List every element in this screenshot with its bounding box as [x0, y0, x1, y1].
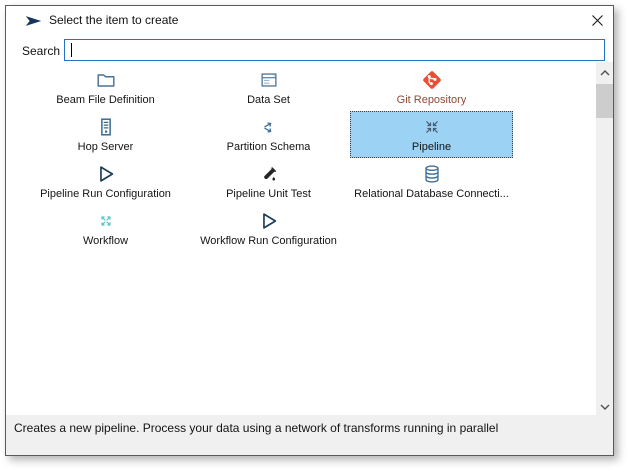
play-icon [95, 161, 117, 187]
close-button[interactable] [586, 9, 608, 31]
database-icon [421, 161, 443, 187]
item-pipeline-run-configuration[interactable]: Pipeline Run Configuration [24, 158, 187, 205]
item-label: Beam File Definition [56, 94, 154, 106]
item-workflow[interactable]: Workflow [24, 205, 187, 252]
vertical-scrollbar[interactable] [596, 62, 613, 415]
close-icon [591, 14, 604, 27]
git-repository-icon [420, 67, 444, 93]
item-data-set[interactable]: Data Set [187, 64, 350, 111]
item-label: Pipeline Run Configuration [40, 188, 171, 200]
scrollbar-thumb[interactable] [596, 84, 613, 118]
items-grid: Beam File Definition Data Set Git Reposi… [24, 64, 513, 252]
item-label: Relational Database Connecti... [354, 188, 509, 200]
hop-arrow-icon [25, 14, 42, 28]
dataset-icon [258, 67, 280, 93]
item-label: Data Set [247, 94, 290, 106]
item-workflow-run-configuration[interactable]: Workflow Run Configuration [187, 205, 350, 252]
item-label: Git Repository [397, 94, 467, 106]
search-input[interactable] [67, 41, 597, 57]
item-label: Workflow [83, 235, 128, 247]
search-field-border [64, 39, 605, 61]
status-bar: Creates a new pipeline. Process your dat… [6, 415, 613, 455]
search-label: Search [22, 44, 60, 58]
scroll-up-button[interactable] [596, 64, 613, 81]
scroll-down-icon [600, 404, 610, 410]
play-icon [258, 208, 280, 234]
item-pipeline-unit-test[interactable]: Pipeline Unit Test [187, 158, 350, 205]
dialog-window: Select the item to create Search Beam Fi… [5, 5, 614, 456]
item-relational-database-connecti[interactable]: Relational Database Connecti... [350, 158, 513, 205]
item-label: Pipeline [412, 141, 451, 153]
item-pipeline[interactable]: Pipeline [350, 111, 513, 158]
collapse-arrows-icon [423, 114, 441, 140]
dialog-title: Select the item to create [49, 13, 178, 27]
partition-arrows-icon [259, 114, 278, 140]
server-icon [95, 114, 117, 140]
item-git-repository[interactable]: Git Repository [350, 64, 513, 111]
scroll-down-button[interactable] [596, 398, 613, 415]
title-bar[interactable]: Select the item to create [6, 6, 613, 36]
item-hop-server[interactable]: Hop Server [24, 111, 187, 158]
item-label: Partition Schema [227, 141, 311, 153]
item-partition-schema[interactable]: Partition Schema [187, 111, 350, 158]
item-label: Pipeline Unit Test [226, 188, 311, 200]
text-caret [71, 43, 72, 57]
scroll-up-icon [600, 70, 610, 76]
folder-icon [95, 67, 117, 93]
item-label: Hop Server [78, 141, 134, 153]
item-beam-file-definition[interactable]: Beam File Definition [24, 64, 187, 111]
test-tube-icon [258, 161, 279, 187]
status-text: Creates a new pipeline. Process your dat… [14, 421, 498, 435]
item-label: Workflow Run Configuration [200, 235, 337, 247]
expand-arrows-icon [98, 208, 114, 234]
